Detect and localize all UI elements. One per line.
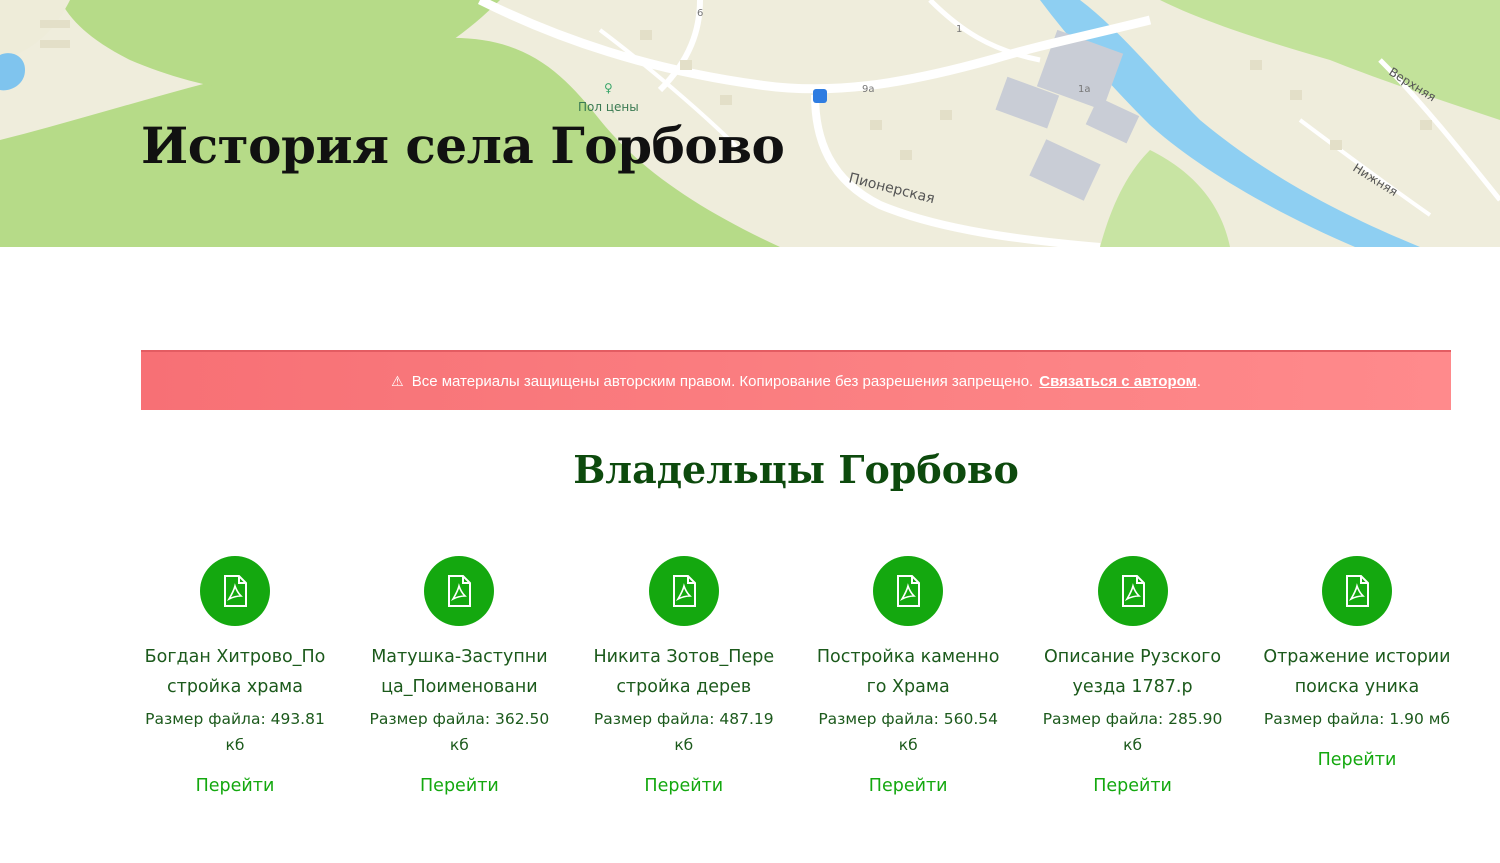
open-file-link[interactable]: Перейти [644, 774, 723, 798]
open-file-link[interactable]: Перейти [1093, 774, 1172, 798]
notice-suffix: . [1196, 372, 1201, 390]
file-card: Богдан Хитрово_Постройка храма Размер фа… [141, 556, 329, 798]
copyright-notice: ⚠ Все материалы защищены авторским право… [141, 350, 1451, 410]
file-size: Размер файла: 1.90 мб [1263, 710, 1451, 728]
open-file-link[interactable]: Перейти [196, 774, 275, 798]
pdf-icon[interactable] [873, 556, 944, 626]
file-name: Никита Зотов_Перестройка дерев [593, 647, 775, 697]
pdf-icon[interactable] [1097, 556, 1168, 626]
open-file-link[interactable]: Перейти [869, 774, 948, 798]
file-size: Размер файла: 285.90 кб [1042, 710, 1223, 754]
open-file-link[interactable]: Перейти [420, 774, 499, 798]
file-card: Постройка каменного Храма Размер файла: … [814, 556, 1002, 798]
map-label-house: 9а [862, 84, 875, 95]
file-size: Размер файла: 493.81 кб [145, 710, 325, 754]
file-name: Матушка-Заступница_Поименовани [371, 647, 548, 697]
file-card: Матушка-Заступница_Поименовани Размер фа… [365, 556, 553, 798]
hero-banner: ♀ Пол цены Пионерская Верхняя Нижняя 9а … [0, 0, 1500, 247]
section-title: Владельцы Горбово [573, 447, 1019, 492]
map-label-poi: Пол цены [578, 100, 639, 114]
map-label-house: 6 [697, 8, 703, 19]
file-card: Отражение истории поиска уника Размер фа… [1263, 556, 1451, 798]
file-size: Размер файла: 362.50 кб [369, 710, 550, 754]
file-card: Никита Зотов_Перестройка дерев Размер фа… [590, 556, 778, 798]
file-name: Отражение истории поиска уника [1263, 647, 1451, 697]
file-name: Богдан Хитрово_Постройка храма [144, 647, 326, 697]
map-label-house: 1а [1078, 84, 1091, 95]
bus-stop-icon [813, 89, 827, 103]
file-name: Постройка каменного Храма [816, 647, 1000, 697]
warning-icon: ⚠ [391, 372, 404, 389]
file-size: Размер файла: 487.19 кб [593, 710, 774, 754]
pdf-icon[interactable] [200, 556, 270, 626]
file-list: Богдан Хитрово_Постройка храма Размер фа… [141, 556, 1451, 798]
page-title: История села Горбово [141, 116, 785, 175]
contact-author-link[interactable]: Связаться с автором [1039, 373, 1196, 390]
file-name: Описание Рузского уезда 1787.р [1044, 647, 1222, 697]
notice-text: Все материалы защищены авторским правом.… [411, 372, 1034, 390]
pdf-icon[interactable] [1321, 556, 1392, 626]
open-file-link[interactable]: Перейти [1318, 748, 1397, 772]
file-size: Размер файла: 560.54 кб [818, 710, 999, 754]
file-card: Описание Рузского уезда 1787.р Размер фа… [1039, 556, 1227, 798]
poi-icon: ♀ [604, 81, 613, 95]
pdf-icon[interactable] [648, 556, 719, 626]
pdf-icon[interactable] [424, 556, 495, 626]
map-label-house: 1 [956, 24, 962, 35]
